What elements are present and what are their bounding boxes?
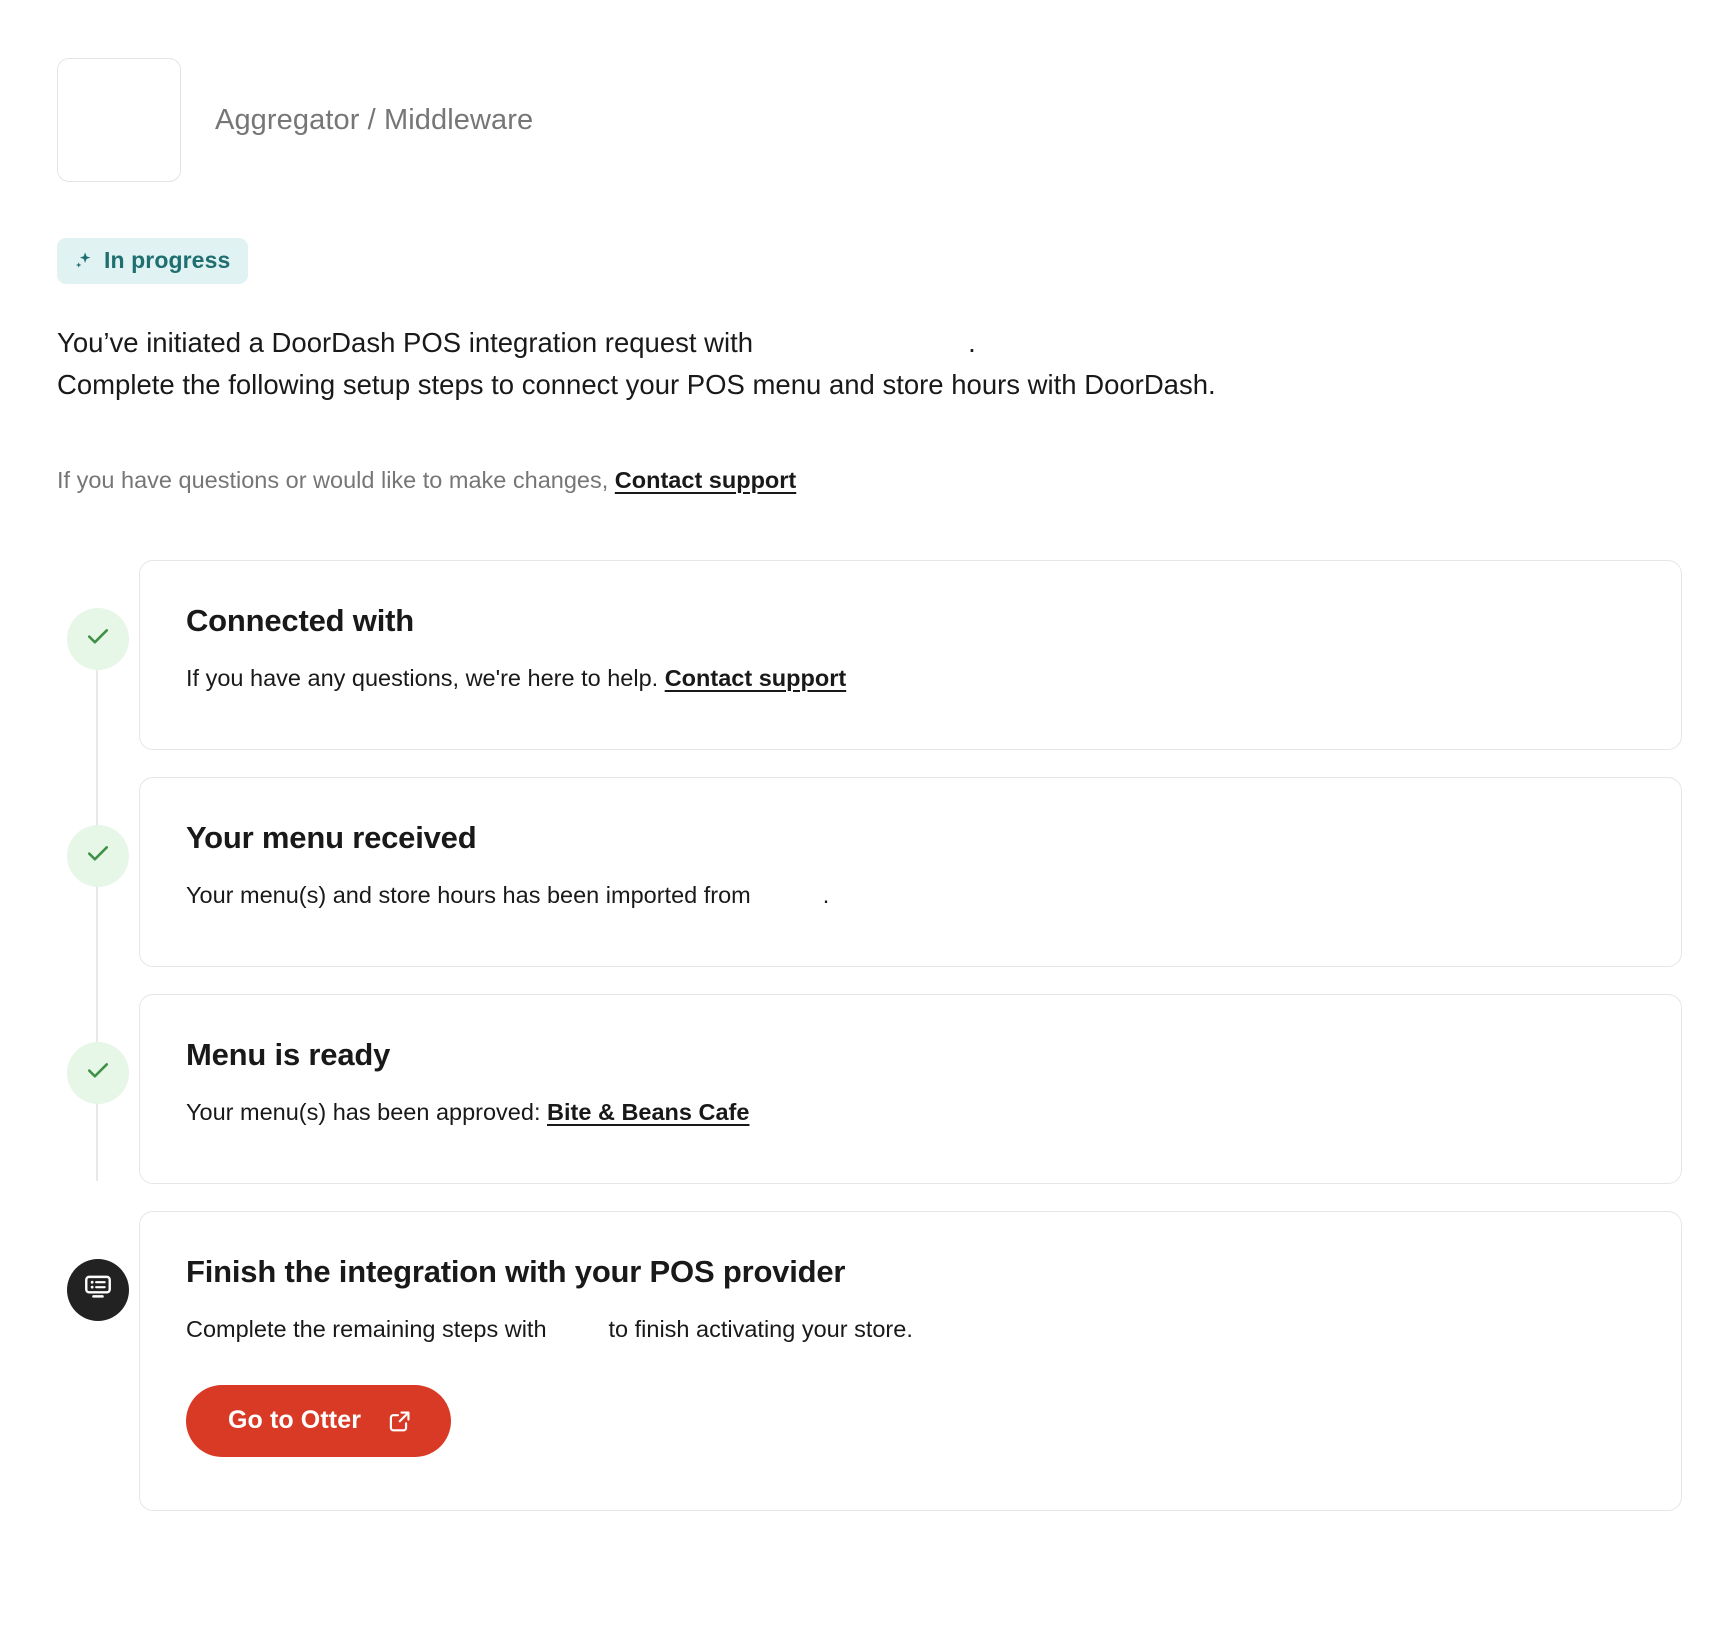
step-description-suffix: . [822, 881, 830, 908]
check-icon [83, 838, 113, 873]
intro-line-2: Complete the following setup steps to co… [57, 368, 1216, 400]
status-badge: In progress [57, 238, 249, 284]
step-description-suffix: to finish activating your store. [608, 1315, 913, 1342]
step-description: Your menu(s) has been approved: Bite & B… [186, 1095, 1637, 1130]
pos-terminal-icon [82, 1271, 114, 1308]
go-to-otter-label: Go to Otter [228, 1406, 362, 1435]
step-title: Connected with [186, 602, 414, 638]
timeline-marker-col [57, 560, 139, 670]
step-card-finish-integration: Finish the integration with your POS pro… [139, 1210, 1682, 1511]
go-to-otter-button[interactable]: Go to Otter [186, 1385, 452, 1458]
step-description: If you have any questions, we're here to… [186, 661, 1637, 696]
intro-line-1: You’ve initiated a DoorDash POS integrat… [57, 322, 1720, 364]
contact-support-link-step[interactable]: Contact support [665, 665, 846, 691]
provider-logo-placeholder [57, 58, 181, 182]
status-badge-label: In progress [104, 247, 231, 273]
step-title: Menu is ready [186, 1036, 391, 1072]
timeline-marker-col [57, 994, 139, 1104]
sparkle-icon [73, 250, 95, 272]
intro-line-1-prefix: You’ve initiated a DoorDash POS integrat… [57, 327, 754, 358]
timeline-step: Connected with If you have any questions… [57, 559, 1720, 750]
check-icon [83, 1055, 113, 1090]
step-card-connected: Connected with If you have any questions… [139, 559, 1682, 750]
timeline-step: Finish the integration with your POS pro… [57, 1210, 1720, 1511]
step-card-menu-ready: Menu is ready Your menu(s) has been appr… [139, 993, 1682, 1184]
step-description-prefix: If you have any questions, we're here to… [186, 664, 659, 691]
step-description-prefix: Complete the remaining steps with [186, 1315, 547, 1342]
contact-support-link[interactable]: Contact support [615, 467, 796, 493]
step-marker-complete [67, 824, 129, 887]
setup-steps-timeline: Connected with If you have any questions… [0, 559, 1720, 1511]
support-line: If you have questions or would like to m… [0, 406, 1720, 498]
step-card-menu-received: Your menu received Your menu(s) and stor… [139, 776, 1682, 967]
step-title: Finish the integration with your POS pro… [186, 1253, 846, 1289]
timeline-step: Menu is ready Your menu(s) has been appr… [57, 993, 1720, 1184]
step-title: Your menu received [186, 819, 477, 855]
check-icon [83, 621, 113, 656]
intro-paragraph: You’ve initiated a DoorDash POS integrat… [0, 284, 1720, 406]
status-badge-row: In progress [0, 182, 1720, 284]
provider-category-label: Aggregator / Middleware [215, 103, 534, 136]
step-description-prefix: Your menu(s) and store hours has been im… [186, 881, 751, 908]
step-description: Complete the remaining steps with to fini… [186, 1312, 1637, 1347]
approved-menu-link[interactable]: Bite & Beans Cafe [547, 1099, 749, 1125]
step-marker-current [67, 1258, 129, 1321]
external-link-icon [387, 1408, 413, 1434]
timeline-marker-col [57, 777, 139, 887]
step-marker-complete [67, 607, 129, 670]
pos-integration-page: Aggregator / Middleware In progress You’… [0, 0, 1720, 1634]
provider-header: Aggregator / Middleware [0, 0, 1720, 182]
intro-line-1-suffix: . [968, 327, 976, 358]
step-description: Your menu(s) and store hours has been im… [186, 878, 1637, 913]
timeline-marker-col [57, 1211, 139, 1321]
timeline-step: Your menu received Your menu(s) and stor… [57, 776, 1720, 967]
step-description-prefix: Your menu(s) has been approved: [186, 1098, 541, 1125]
step-marker-complete [67, 1041, 129, 1104]
support-line-prefix: If you have questions or would like to m… [57, 466, 609, 493]
